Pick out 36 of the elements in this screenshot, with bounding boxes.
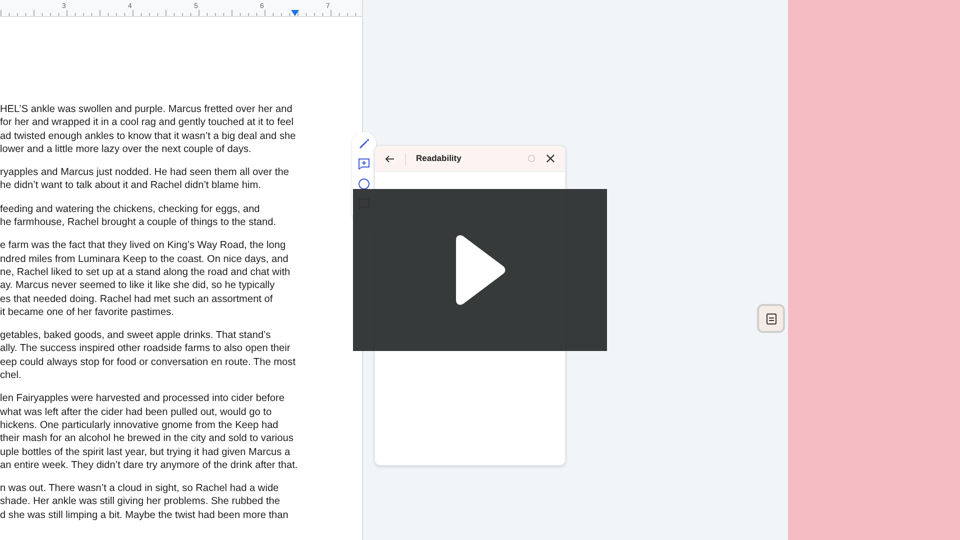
text-line: ad twisted enough ankles to know that it wasn’t a big deal and she	[0, 130, 297, 143]
text-line: it became one of her favorite pastimes.	[0, 306, 175, 320]
text-line: ryapples and Marcus just nodded. He had seen them all over the	[0, 166, 290, 180]
pen-icon[interactable]	[358, 138, 370, 150]
text-line: chel.	[0, 369, 22, 382]
panel-title: Readability	[416, 152, 462, 165]
text-line: lower and a little more lazy over the next couple of days.	[0, 142, 252, 156]
text-line: d she was still limping a bit. Maybe the twist had been more than	[0, 508, 290, 522]
indent-marker-icon[interactable]	[291, 10, 299, 16]
text-line: ally. The success inspired other roadside farms to also open their	[0, 342, 292, 356]
floating-button[interactable]	[757, 304, 785, 333]
clipboard-icon	[766, 312, 776, 325]
text-line: e farm was the fact that they lived on King’s Way Road, the long	[0, 239, 287, 253]
add-comment-icon[interactable]	[358, 158, 370, 170]
text-line: what was left after the cider had been pulled out, would go to	[0, 406, 273, 419]
text-line: n was out. There wasn’t a cloud in sight, so Rachel had a wide	[0, 482, 280, 496]
text-line: shade. Her ankle was still giving her problems. She rubbed the	[0, 495, 281, 509]
text-line: eep could always stop for food or conversation en route. The most	[0, 356, 297, 370]
text-line: he farmhouse, Rachel brought a couple of things to the stand.	[0, 216, 278, 230]
text-line: es that needed doing. Rachel had met such an assortment of	[0, 292, 274, 306]
text-line: ay. Marcus never seemed to like it like she did, so he typically	[0, 279, 276, 293]
text-line: an entire week. They didn’t dare try anymore of the drink after that.	[0, 458, 299, 472]
text-line: uple bottles of the spirit last year, but trying it had given Marcus a	[0, 446, 292, 459]
text-line: he didn’t want to talk about it and Rachel didn’t blame him.	[0, 179, 262, 193]
text-line: for her and wrapped it in a cool rag and gently touched at it to feel	[0, 116, 294, 130]
text-line: hickens. One particularly innovative gnome from the Keep had	[0, 418, 280, 432]
video-overlay[interactable]	[353, 189, 607, 351]
text-line: len Fairyapples were harvested and processed into cider before	[0, 392, 286, 406]
text-line: feeding and watering the chickens, checking for eggs, and	[0, 202, 261, 216]
text-line: HEL’S ankle was swollen and purple. Marcus fretted over her and	[0, 103, 294, 116]
text-line: ne, Rachel liked to set up at a stand along the road and chat with	[0, 266, 292, 280]
text-line: getables, baked goods, and sweet apple drinks. That stand’s	[0, 329, 272, 342]
back-arrow-icon[interactable]	[385, 154, 395, 162]
text-line: their mash for an alcohol he brewed in the city and sold to various	[0, 432, 294, 446]
text-line: ndred miles from Luminara Keep to the coast. On nice days, and	[0, 252, 290, 266]
close-icon[interactable]	[546, 154, 555, 163]
